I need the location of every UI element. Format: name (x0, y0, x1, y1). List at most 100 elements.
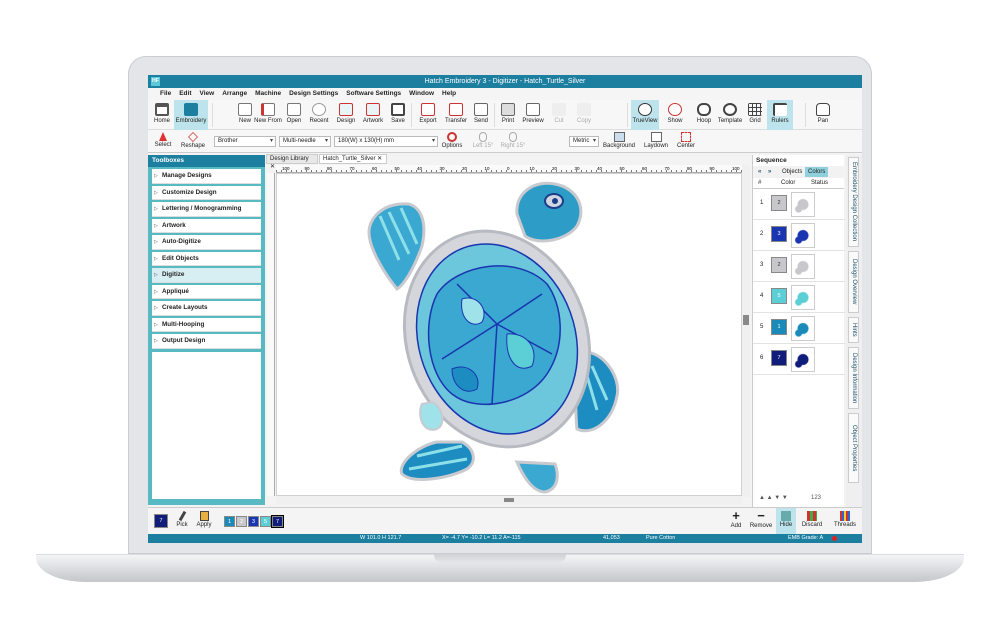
sequence-row[interactable]: 12 (753, 189, 845, 220)
palette-swatch[interactable]: 1 (224, 516, 235, 527)
home-button[interactable]: Home (151, 100, 173, 130)
threads-button[interactable]: Threads (832, 508, 858, 534)
transfer-button[interactable]: Transfer (442, 100, 470, 130)
toolbox-applique[interactable]: Appliqué (152, 284, 261, 299)
menu-file[interactable]: File (156, 88, 175, 100)
add-color-button[interactable]: + Add (726, 508, 746, 534)
rotate-right-button[interactable]: Right 15° (498, 130, 528, 153)
trueview-button[interactable]: TrueView (631, 100, 659, 130)
move-first-icon[interactable]: ▲ ▲ ▼ ▼ (759, 495, 788, 501)
toolbox-output-design[interactable]: Output Design (152, 334, 261, 349)
toolbox-lettering[interactable]: Lettering / Monogramming (152, 202, 261, 217)
palette-swatch[interactable]: 5 (260, 516, 271, 527)
export-button[interactable]: Export (415, 100, 441, 130)
pick-button[interactable]: Pick (174, 508, 190, 534)
units-select[interactable]: Metric (569, 136, 599, 147)
toolbox-empty-area (152, 352, 261, 499)
menu-arrange[interactable]: Arrange (218, 88, 251, 100)
artwork-button[interactable]: Artwork (359, 100, 387, 130)
select-button[interactable]: Select (152, 130, 174, 153)
tab-hatch-turtle[interactable]: Hatch_Turtle_Silver ✕ (319, 154, 387, 164)
tab-object-properties[interactable]: Object Properties (848, 413, 859, 483)
apply-button[interactable]: Apply (194, 508, 214, 534)
menu-help[interactable]: Help (438, 88, 460, 100)
options-button[interactable]: Options (440, 130, 464, 153)
menu-machine[interactable]: Machine (251, 88, 285, 100)
hoop-size-select[interactable]: 180(W) x 130(H) mm (334, 136, 438, 147)
template-button[interactable]: Template (716, 100, 744, 130)
horizontal-scrollbar[interactable] (276, 496, 742, 504)
print-button[interactable]: Print (498, 100, 518, 130)
sequence-row[interactable]: 67 (753, 344, 845, 375)
tab-design-library[interactable]: Design Library ✕ (266, 154, 318, 170)
show-button[interactable]: Show (663, 100, 687, 130)
vertical-scrollbar[interactable] (742, 165, 750, 497)
close-icon[interactable]: ✕ (377, 156, 382, 162)
ruler-tick-label: 80 (327, 166, 333, 171)
copy-button[interactable]: Copy (572, 100, 596, 130)
hide-button[interactable]: Hide (776, 508, 796, 534)
new-from-button[interactable]: New From (254, 100, 282, 130)
app-window: HF Hatch Embroidery 3 - Digitizer - Hatc… (148, 75, 862, 543)
background-button[interactable]: Background (600, 130, 638, 153)
discard-button[interactable]: Discard (798, 508, 826, 534)
sequence-next-icon[interactable]: » (765, 167, 774, 177)
rulers-button[interactable]: Rulers (767, 100, 793, 130)
tab-objects[interactable]: Objects (779, 167, 805, 177)
menu-view[interactable]: View (195, 88, 218, 100)
toolbox-multi-hooping[interactable]: Multi-Hooping (152, 317, 261, 332)
sequence-row[interactable]: 45 (753, 282, 845, 313)
machine-brand-select[interactable]: Brother (214, 136, 276, 147)
ruler-tick-label: 70 (350, 166, 356, 171)
palette-swatch[interactable]: 3 (248, 516, 259, 527)
tab-design-information[interactable]: Design Information (848, 347, 859, 409)
ruler-tick-label: 50 (395, 166, 401, 171)
design-button[interactable]: Design (334, 100, 358, 130)
send-button[interactable]: Send (471, 100, 491, 130)
preview-button[interactable]: Preview (520, 100, 546, 130)
pan-button[interactable]: Pan (812, 100, 834, 130)
rotate-left-button[interactable]: Left 15° (469, 130, 497, 153)
embroidery-button[interactable]: Embroidery (174, 100, 208, 130)
menu-design-settings[interactable]: Design Settings (285, 88, 342, 100)
open-button[interactable]: Open (284, 100, 304, 130)
tab-colors[interactable]: Colors (805, 167, 829, 177)
toolbox-edit-objects[interactable]: Edit Objects (152, 251, 261, 266)
current-color-swatch[interactable]: 7 (154, 514, 168, 528)
toolbox-artwork[interactable]: Artwork (152, 218, 261, 233)
sequence-prev-icon[interactable]: « (755, 167, 764, 177)
toolbox-auto-digitize[interactable]: Auto-Digitize (152, 235, 261, 250)
pan-hand-icon (816, 103, 830, 116)
palette-swatch[interactable]: 2 (236, 516, 247, 527)
recent-button[interactable]: Recent (306, 100, 332, 130)
palette-swatch[interactable]: 7 (271, 515, 284, 528)
menu-edit[interactable]: Edit (175, 88, 195, 100)
sequence-row[interactable]: 51 (753, 313, 845, 344)
print-icon (501, 103, 515, 116)
design-canvas[interactable] (276, 173, 742, 496)
toolbox-create-layouts[interactable]: Create Layouts (152, 301, 261, 316)
menu-software-settings[interactable]: Software Settings (342, 88, 405, 100)
ruler-tick-label: 30 (575, 166, 581, 171)
tab-design-collection[interactable]: Embroidery Design Collection (848, 157, 859, 247)
new-button[interactable]: New (236, 100, 254, 130)
cut-button[interactable]: Cut (550, 100, 568, 130)
tab-hints[interactable]: Hints (848, 317, 859, 343)
machine-type-select[interactable]: Multi-needle (279, 136, 331, 147)
grid-button[interactable]: Grid (746, 100, 764, 130)
sequence-row[interactable]: 32 (753, 251, 845, 282)
laydown-button[interactable]: Laydown (642, 130, 670, 153)
save-button[interactable]: Save (388, 100, 408, 130)
tab-design-overview[interactable]: Design Overview (848, 251, 859, 313)
reshape-button[interactable]: Reshape (180, 130, 206, 153)
menu-window[interactable]: Window (405, 88, 438, 100)
ruler-tick-label: 0 (507, 166, 510, 171)
toolbox-digitize[interactable]: Digitize (152, 268, 261, 283)
remove-color-button[interactable]: − Remove (748, 508, 774, 534)
hoop-button[interactable]: Hoop (694, 100, 714, 130)
sequence-row[interactable]: 23 (753, 220, 845, 251)
toolbox-customize-design[interactable]: Customize Design (152, 185, 261, 200)
center-button[interactable]: Center (674, 130, 698, 153)
close-icon[interactable]: ✕ (270, 164, 275, 170)
toolbox-manage-designs[interactable]: Manage Designs (152, 169, 261, 184)
